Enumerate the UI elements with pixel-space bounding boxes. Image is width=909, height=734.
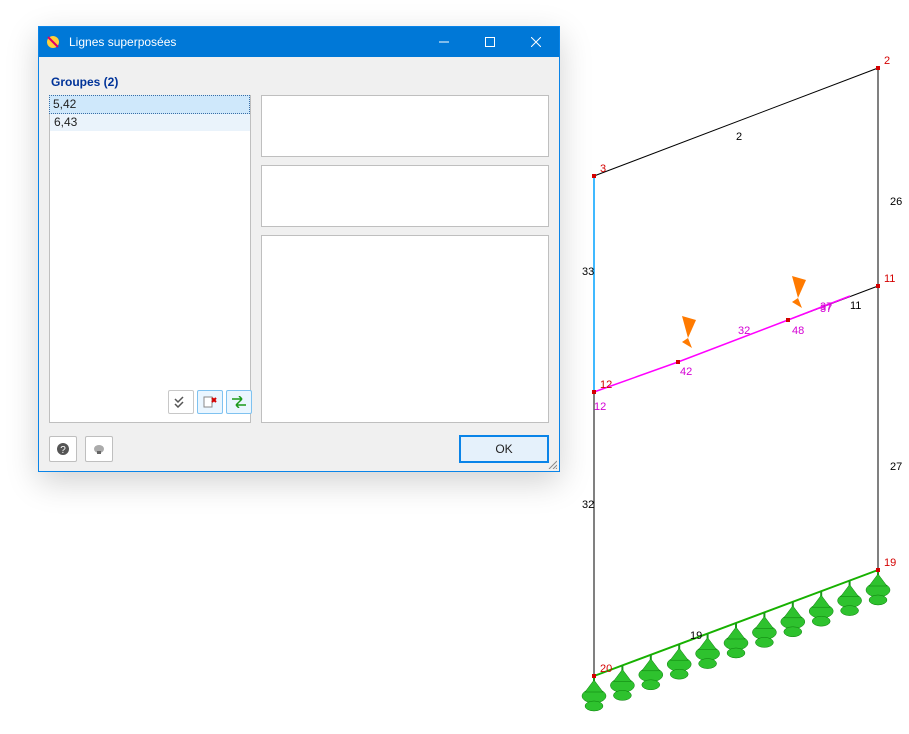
select-all-icon[interactable] (168, 390, 194, 414)
panel-bottom (261, 235, 549, 423)
svg-text:42: 42 (680, 366, 692, 378)
dialog-lignes-superposees: Lignes superposées Groupes (2) 5,42 6,43 (38, 26, 560, 472)
lightbulb-icon[interactable] (85, 436, 113, 462)
svg-text:12: 12 (594, 401, 606, 413)
dialog-content: Groupes (2) 5,42 6,43 (49, 67, 549, 427)
delete-icon[interactable] (197, 390, 223, 414)
svg-text:32: 32 (738, 325, 750, 337)
help-icon[interactable]: ? (49, 436, 77, 462)
svg-text:37: 37 (820, 303, 832, 315)
close-button[interactable] (513, 27, 559, 57)
minimize-button[interactable] (421, 27, 467, 57)
svg-text:33: 33 (582, 266, 594, 278)
svg-text:2: 2 (736, 131, 742, 143)
svg-text:3: 3 (600, 163, 606, 175)
dialog-footer: ? OK (49, 435, 549, 463)
list-item[interactable]: 6,43 (50, 114, 250, 131)
groups-list[interactable]: 5,42 6,43 (50, 95, 250, 131)
dialog-title: Lignes superposées (69, 35, 176, 49)
svg-text:32: 32 (582, 499, 594, 511)
resize-grip[interactable] (547, 459, 557, 469)
titlebar[interactable]: Lignes superposées (39, 27, 559, 57)
ok-button[interactable]: OK (459, 435, 549, 463)
groups-list-panel: 5,42 6,43 (49, 95, 251, 423)
groups-header: Groupes (2) (51, 75, 251, 89)
svg-text:27: 27 (890, 461, 902, 473)
svg-text:19: 19 (884, 557, 896, 569)
svg-text:20: 20 (600, 663, 612, 675)
list-toolbar (168, 390, 252, 414)
svg-text:11: 11 (850, 300, 861, 312)
svg-text:26: 26 (890, 196, 902, 208)
svg-text:12: 12 (600, 379, 612, 391)
svg-text:19: 19 (690, 630, 702, 642)
swap-icon[interactable] (226, 390, 252, 414)
app-icon (45, 34, 61, 50)
list-item[interactable]: 5,42 (49, 95, 250, 114)
svg-text:11: 11 (884, 273, 895, 285)
svg-text:48: 48 (792, 325, 804, 337)
panel-top (261, 95, 549, 157)
panel-mid (261, 165, 549, 227)
svg-text:?: ? (60, 445, 66, 456)
maximize-button[interactable] (467, 27, 513, 57)
model-viewport[interactable]: 22627113332323719124248372311121920 (560, 20, 909, 730)
svg-text:2: 2 (884, 55, 890, 67)
